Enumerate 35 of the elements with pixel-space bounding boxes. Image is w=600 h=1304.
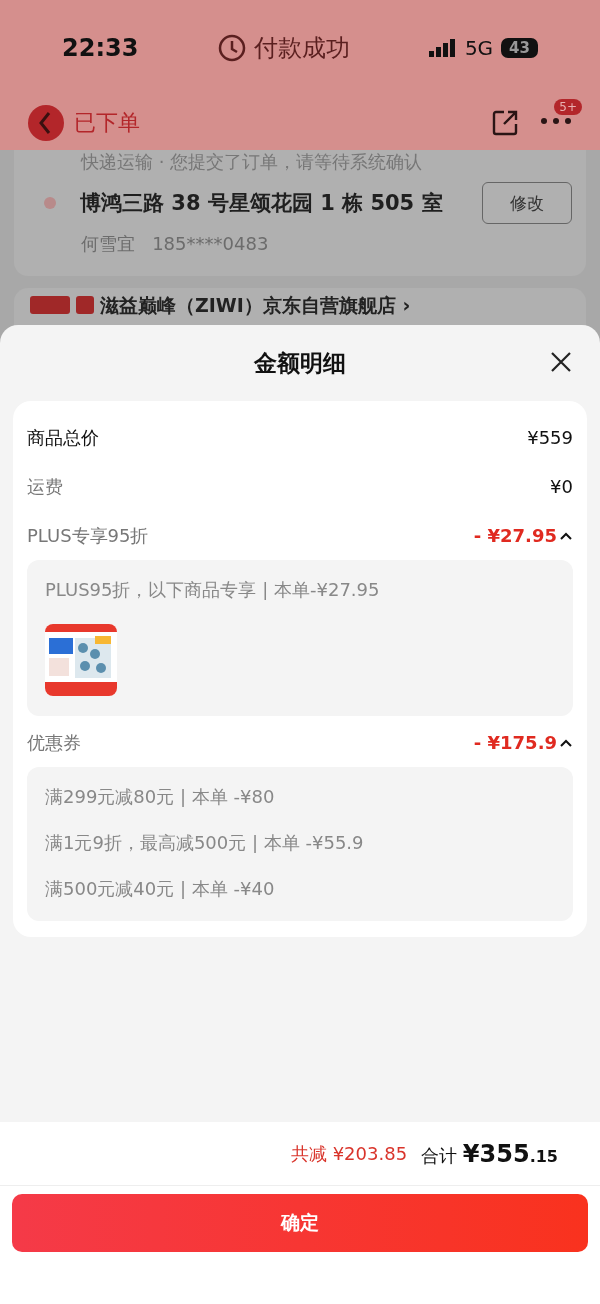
delivery-address: 博鸿三路 38 号星颂花园 1 栋 505 室 (80, 190, 444, 217)
total-price: 合计 ¥355.15 (421, 1139, 558, 1168)
status-time: 22:33 (62, 33, 139, 62)
signal-icon (428, 38, 457, 57)
page-title: 付款成功 (217, 31, 350, 64)
chevron-up-icon[interactable] (559, 737, 573, 748)
sheet-title: 金额明细 (254, 348, 346, 378)
chevron-up-icon[interactable] (559, 530, 573, 541)
notification-badge: 5+ (554, 99, 582, 115)
edit-button[interactable]: 修改 (482, 182, 572, 224)
network-label: 5G (464, 35, 494, 60)
shipping-note: 快递运输 · 您提交了订单，请等待系统确认 (79, 150, 424, 174)
store-tag (76, 296, 94, 314)
back-icon[interactable] (28, 104, 64, 141)
total-saved: 共减 ¥203.85 (290, 1141, 408, 1166)
amount-label: 运费 (27, 474, 63, 499)
amount-label: PLUS专享95折 (27, 523, 149, 548)
amount-value: ¥0 (550, 476, 573, 497)
amount-value: ¥559 (527, 427, 573, 448)
discount-detail: PLUS95折，以下商品专享 | 本单-¥27.95 (45, 578, 381, 602)
contact-info: 何雪宜 185****0483 (80, 232, 270, 256)
store-tag (30, 296, 70, 314)
amount-value: - ¥27.95 (473, 525, 557, 546)
amount-label: 优惠券 (27, 730, 81, 755)
discount-detail: 满1元9折，最高减500元 | 本单 -¥55.9 (45, 831, 365, 855)
share-icon[interactable] (492, 109, 518, 136)
amount-label: 商品总价 (27, 425, 99, 450)
battery-icon: 43 (501, 37, 538, 58)
discount-detail: 满500元减40元 | 本单 -¥40 (45, 877, 276, 901)
amount-value: - ¥175.9 (473, 732, 557, 753)
location-dot-icon (44, 197, 56, 209)
clock-icon (217, 33, 246, 62)
order-status: 已下单 (74, 108, 140, 137)
discount-detail: 满299元减80元 | 本单 -¥80 (45, 785, 276, 809)
confirm-button[interactable]: 确定 (12, 1194, 588, 1252)
